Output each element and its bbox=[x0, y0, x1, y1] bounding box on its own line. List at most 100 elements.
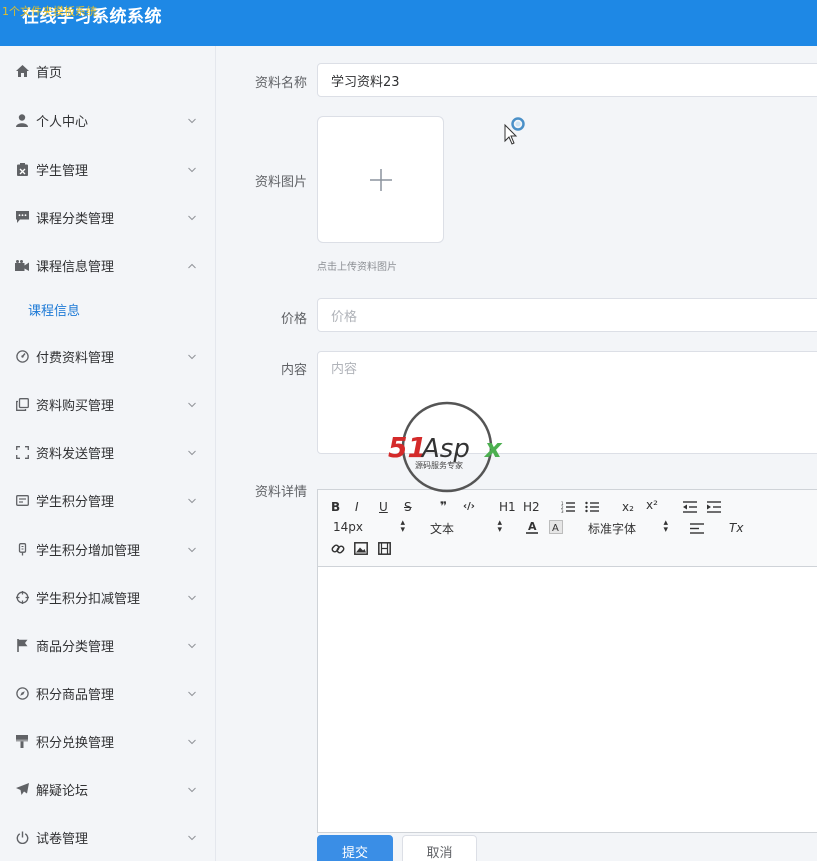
font-family-value: 标准字体 bbox=[588, 522, 637, 536]
watermark-brand: x bbox=[483, 434, 503, 464]
video-icon bbox=[15, 258, 29, 272]
home-icon bbox=[15, 64, 29, 78]
sidebar-item[interactable]: 学生积分扣减管理 bbox=[0, 577, 216, 617]
background-color-icon[interactable]: A bbox=[549, 520, 563, 534]
align-icon[interactable] bbox=[690, 523, 704, 534]
sidebar-item[interactable]: 试卷管理 bbox=[0, 817, 216, 857]
outdent-icon[interactable] bbox=[683, 501, 697, 513]
detail-label: 资料详情 bbox=[254, 485, 307, 500]
select-arrows-icon: ▴ ▾ bbox=[663, 518, 668, 535]
header-select[interactable]: 文本 ▴ ▾ bbox=[430, 518, 502, 537]
font-family-select[interactable]: 标准字体 ▴ ▾ bbox=[588, 518, 668, 537]
sidebar-item[interactable]: 付费资料管理 bbox=[0, 336, 216, 376]
sidebar-item[interactable]: 商品分类管理 bbox=[0, 625, 216, 665]
sidebar-item[interactable]: 学生管理 bbox=[0, 149, 216, 189]
watermark-tagline: 源码服务专家 bbox=[415, 460, 463, 470]
price-input[interactable]: 价格 bbox=[317, 298, 817, 332]
crosshair-icon bbox=[15, 590, 29, 604]
image-upload-button[interactable] bbox=[317, 116, 444, 243]
chevron-down-icon bbox=[188, 349, 196, 360]
sidebar-item[interactable]: 积分商品管理 bbox=[0, 673, 216, 713]
link-icon[interactable] bbox=[331, 542, 345, 556]
chevron-down-icon bbox=[188, 493, 196, 504]
image-icon[interactable] bbox=[354, 542, 368, 555]
watermark-brand: Asp bbox=[420, 434, 470, 464]
sidebar-item[interactable]: 解疑论坛 bbox=[0, 769, 216, 809]
code-block-button[interactable]: ‹/› bbox=[463, 501, 475, 512]
strike-button[interactable]: S bbox=[404, 500, 412, 514]
mouse-cursor-icon bbox=[504, 117, 525, 145]
chevron-down-icon bbox=[188, 210, 196, 221]
image-label: 资料图片 bbox=[254, 175, 307, 190]
blockquote-button[interactable]: ❞ bbox=[440, 499, 447, 513]
top-header: 在线学习系统系统 1个文件夹摸板系统 bbox=[0, 0, 817, 46]
header-select-value: 文本 bbox=[430, 522, 455, 536]
sidebar-item[interactable]: 学生积分管理 bbox=[0, 480, 216, 520]
font-color-icon[interactable]: A bbox=[526, 520, 538, 534]
name-input[interactable]: 学习资料23 bbox=[317, 63, 817, 97]
power-icon bbox=[15, 830, 29, 844]
italic-button[interactable]: I bbox=[355, 500, 359, 514]
upload-tip: 点击上传资料图片 bbox=[317, 262, 397, 273]
indent-icon[interactable] bbox=[707, 501, 721, 513]
chevron-down-icon bbox=[188, 638, 196, 649]
ordered-list-icon[interactable]: 1 2 3 bbox=[561, 501, 575, 513]
bold-button[interactable]: B bbox=[331, 500, 340, 514]
sidebar-item-label: 首页 bbox=[36, 65, 63, 81]
sidebar-item[interactable]: 学生积分增加管理 bbox=[0, 529, 216, 569]
watermark-logo: 51 Asp x 源码服务专家 bbox=[388, 401, 503, 493]
chevron-down-icon bbox=[188, 162, 196, 173]
sidebar: 首页个人中心学生管理课程分类管理 课程信息管理 付费资料管理 资料购买管理 资料发送管理… bbox=[0, 46, 216, 861]
chevron-down-icon bbox=[188, 542, 196, 553]
chevron-down-icon bbox=[188, 445, 196, 456]
superscript-button[interactable]: x² bbox=[646, 498, 658, 512]
bullet-list-icon[interactable] bbox=[585, 501, 599, 513]
submit-button[interactable]: 提交 bbox=[317, 835, 393, 861]
mic-icon bbox=[15, 542, 29, 556]
chevron-up-icon bbox=[188, 258, 196, 269]
editor-content-area[interactable] bbox=[318, 568, 817, 833]
sidebar-item[interactable]: 课程分类管理 bbox=[0, 197, 216, 237]
card-icon bbox=[15, 493, 29, 507]
chevron-down-icon bbox=[188, 113, 196, 124]
underline-button[interactable]: U bbox=[379, 500, 388, 514]
select-arrows-icon: ▴ ▾ bbox=[497, 518, 502, 535]
sidebar-item[interactable]: 资料购买管理 bbox=[0, 384, 216, 424]
sidebar-item[interactable]: 资料发送管理 bbox=[0, 432, 216, 472]
clean-format-button[interactable]: Tx bbox=[729, 521, 743, 535]
cancel-button[interactable]: 取消 bbox=[402, 835, 477, 861]
submenu-item-course-info[interactable]: 课程信息 bbox=[28, 300, 80, 319]
editor-toolbar: B I U S ❞ ‹/› H1 H2 1 2 3 x₂ x² 14px ▴ ▾… bbox=[318, 490, 817, 567]
sidebar-item[interactable]: 个人中心 bbox=[0, 100, 216, 140]
h2-button[interactable]: H2 bbox=[523, 500, 540, 514]
flag-icon bbox=[15, 638, 29, 652]
brush-icon bbox=[15, 734, 29, 748]
chevron-down-icon bbox=[188, 686, 196, 697]
content-label: 内容 bbox=[280, 363, 307, 378]
sidebar-item[interactable]: 课程信息管理 bbox=[0, 245, 216, 285]
svg-text:A: A bbox=[552, 523, 559, 534]
subscript-button[interactable]: x₂ bbox=[622, 500, 634, 514]
plus-icon bbox=[370, 169, 392, 191]
fullscreen-icon bbox=[15, 445, 29, 459]
sidebar-item[interactable]: 首页 bbox=[0, 51, 216, 91]
chevron-down-icon bbox=[188, 734, 196, 745]
chevron-down-icon bbox=[188, 830, 196, 841]
font-size-value: 14px bbox=[333, 520, 363, 534]
send-icon bbox=[15, 782, 29, 796]
chevron-down-icon bbox=[188, 782, 196, 793]
svg-text:3: 3 bbox=[561, 509, 564, 513]
chevron-down-icon bbox=[188, 397, 196, 408]
h1-button[interactable]: H1 bbox=[499, 500, 516, 514]
sidebar-item[interactable]: 积分兑换管理 bbox=[0, 721, 216, 761]
font-size-select[interactable]: 14px ▴ ▾ bbox=[333, 518, 405, 536]
rich-text-editor: B I U S ❞ ‹/› H1 H2 1 2 3 x₂ x² 14px ▴ ▾… bbox=[317, 489, 817, 833]
gauge-icon bbox=[15, 349, 29, 363]
name-label: 资料名称 bbox=[254, 76, 307, 91]
video-icon[interactable] bbox=[378, 542, 391, 555]
svg-text:A: A bbox=[528, 520, 537, 533]
price-label: 价格 bbox=[280, 312, 307, 327]
main-form: 资料名称 学习资料23 资料图片 点击上传资料图片 价格 价格 内容 内容 资料… bbox=[217, 46, 817, 861]
select-arrows-icon: ▴ ▾ bbox=[400, 518, 405, 535]
chevron-down-icon bbox=[188, 590, 196, 601]
